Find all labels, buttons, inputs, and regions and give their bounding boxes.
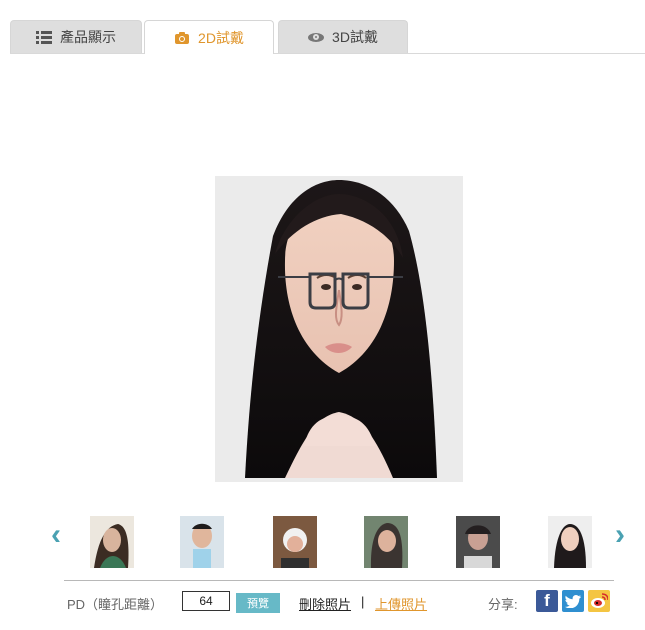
previous-arrow-icon[interactable]: ‹ (46, 518, 66, 552)
try-on-tabs: 產品顯示 2D試戴 3D試戴 (10, 20, 645, 54)
preview-button[interactable]: 預覽 (236, 593, 280, 613)
tab-3d-try-on-label: 3D試戴 (332, 29, 378, 45)
facebook-icon[interactable]: f (536, 590, 558, 612)
sample-face-thumbnail-2[interactable] (180, 516, 224, 568)
pd-label: PD（瞳孔距離） (67, 597, 164, 612)
tab-2d-try-on-label: 2D試戴 (198, 29, 244, 46)
delete-photo-link[interactable]: 刪除照片 (299, 594, 351, 613)
bottom-divider (64, 580, 614, 581)
share-label: 分享: (488, 597, 518, 612)
sample-face-thumbnail-5[interactable] (456, 516, 500, 568)
tab-products-label: 產品顯示 (60, 29, 116, 45)
tab-products[interactable]: 產品顯示 (10, 20, 142, 53)
sample-face-thumbnail-4[interactable] (364, 516, 408, 568)
next-arrow-icon[interactable]: › (610, 518, 630, 552)
sample-face-thumbnail-1[interactable] (90, 516, 134, 568)
tab-2d-try-on[interactable]: 2D試戴 (144, 20, 274, 54)
camera-icon (174, 31, 190, 45)
upload-photo-link[interactable]: 上傳照片 (375, 594, 427, 613)
list-icon (36, 30, 52, 44)
sample-face-thumbnail-6[interactable] (548, 516, 592, 568)
try-on-preview-image (215, 176, 463, 482)
pd-input[interactable] (182, 591, 230, 611)
try-on-controls: PD（瞳孔距離） 預覽 刪除照片 | 上傳照片 分享: f (64, 589, 624, 617)
link-separator: | (361, 594, 365, 609)
tab-3d-try-on[interactable]: 3D試戴 (278, 20, 408, 53)
eye-icon (308, 30, 325, 44)
sample-face-thumbnail-3[interactable] (273, 516, 317, 568)
virtual-try-on-panel: 產品顯示 2D試戴 3D試戴 ‹ › PD（瞳孔距離） 64 預覽 刪除照片 |… (0, 0, 645, 630)
twitter-icon[interactable] (562, 590, 584, 612)
weibo-icon[interactable] (588, 590, 610, 612)
